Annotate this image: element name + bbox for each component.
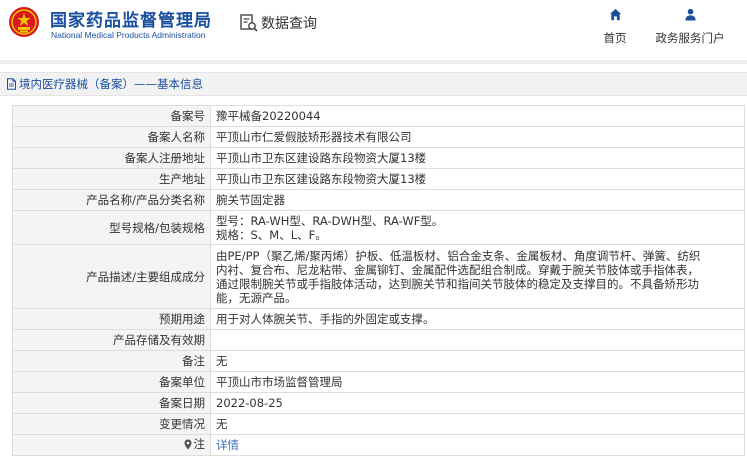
home-icon — [609, 8, 621, 21]
row-label: 产品存储及有效期 — [12, 329, 211, 351]
row-label: 生产地址 — [12, 168, 211, 190]
row-value: 由PE/PP（聚乙烯/聚丙烯）护板、低温板材、铝合金支条、金属板材、角度调节杆、… — [210, 244, 745, 309]
row-value: 无 — [210, 413, 745, 435]
row-value: 用于对人体腕关节、手指的外固定或支撑。 — [210, 308, 745, 330]
row-value-line: 型号：RA-WH型、RA-DWH型、RA-WF型。 — [216, 213, 444, 228]
row-value-line: 由PE/PP（聚乙烯/聚丙烯）护板、低温板材、铝合金支条、金属板材、角度调节杆、… — [216, 248, 701, 263]
table-row: 型号规格/包装规格 型号：RA-WH型、RA-DWH型、RA-WF型。 规格：S… — [12, 210, 745, 245]
user-icon — [684, 8, 696, 21]
nav-gov-portal-label: 政务服务门户 — [655, 31, 725, 45]
row-label: 备案号 — [12, 105, 211, 127]
row-value-line: 通过限制腕关节或手指肢体活动，达到腕关节和指间关节肢体的稳定及支撑目的。不具备矫… — [216, 276, 699, 291]
row-label: 产品描述/主要组成成分 — [12, 244, 211, 309]
site-header: 国家药品监督管理局 National Medical Products Admi… — [0, 0, 747, 60]
table-row: 生产地址 平顶山市卫东区建设路东段物资大厦13楼 — [12, 168, 745, 190]
document-icon — [7, 78, 16, 90]
breadcrumb-title: 境内医疗器械（备案）——基本信息 — [19, 77, 203, 91]
table-row: 注 详情 — [12, 434, 745, 456]
table-row: 变更情况 无 — [12, 413, 745, 435]
search-document-icon — [240, 14, 258, 32]
row-value-line: 内衬、复合布、尼龙粘带、金属铆钉、金属配件选配组合制成。穿戴于腕关节肢体或手指体… — [216, 262, 699, 277]
location-pin-icon — [184, 439, 191, 450]
table-row: 备案人注册地址 平顶山市卫东区建设路东段物资大厦13楼 — [12, 147, 745, 169]
row-value: 平顶山市卫东区建设路东段物资大厦13楼 — [210, 147, 745, 169]
row-label: 备案人注册地址 — [12, 147, 211, 169]
data-query-label: 数据查询 — [261, 16, 317, 32]
table-row: 备注 无 — [12, 350, 745, 372]
header-divider — [0, 60, 747, 64]
row-value: 详情 — [210, 434, 745, 456]
national-emblem-icon — [9, 7, 39, 37]
row-label: 备案单位 — [12, 371, 211, 393]
row-value-line: 规格：S、M、L、F。 — [216, 227, 327, 242]
nav-gov-portal[interactable]: 政务服务门户 — [650, 8, 730, 46]
row-label: 备注 — [12, 350, 211, 372]
site-logo-subtitle: National Medical Products Administration — [51, 30, 206, 40]
row-label: 备案日期 — [12, 392, 211, 414]
row-value: 无 — [210, 350, 745, 372]
table-row: 备案日期 2022-08-25 — [12, 392, 745, 414]
table-row: 预期用途 用于对人体腕关节、手指的外固定或支撑。 — [12, 308, 745, 330]
row-label: 产品名称/产品分类名称 — [12, 189, 211, 211]
table-row: 产品名称/产品分类名称 腕关节固定器 — [12, 189, 745, 211]
breadcrumb: 境内医疗器械（备案）——基本信息 — [0, 72, 747, 96]
row-label: 型号规格/包装规格 — [12, 210, 211, 245]
row-value: 型号：RA-WH型、RA-DWH型、RA-WF型。 规格：S、M、L、F。 — [210, 210, 745, 245]
site-logo-title[interactable]: 国家药品监督管理局 — [50, 6, 212, 31]
table-row: 产品描述/主要组成成分 由PE/PP（聚乙烯/聚丙烯）护板、低温板材、铝合金支条… — [12, 244, 745, 309]
row-value: 2022-08-25 — [210, 392, 745, 414]
row-value — [210, 329, 745, 351]
table-row: 产品存储及有效期 — [12, 329, 745, 351]
row-label: 变更情况 — [12, 413, 211, 435]
row-value: 平顶山市卫东区建设路东段物资大厦13楼 — [210, 168, 745, 190]
row-value: 豫平械备20220044 — [210, 105, 745, 127]
note-label-text: 注 — [193, 437, 206, 452]
row-label: 预期用途 — [12, 308, 211, 330]
note-label: 注 — [184, 437, 206, 452]
nav-home-label: 首页 — [603, 31, 627, 45]
info-table: 备案号 豫平械备20220044 备案人名称 平顶山市仁爱假肢矫形器技术有限公司… — [12, 105, 745, 456]
nav-home[interactable]: 首页 — [598, 8, 632, 46]
row-value: 平顶山市仁爱假肢矫形器技术有限公司 — [210, 126, 745, 148]
row-value: 平顶山市市场监督管理局 — [210, 371, 745, 393]
data-query-link[interactable]: 数据查询 — [239, 12, 317, 34]
row-label-note: 注 — [12, 434, 211, 456]
table-row: 备案号 豫平械备20220044 — [12, 105, 745, 127]
table-row: 备案单位 平顶山市市场监督管理局 — [12, 371, 745, 393]
row-value: 腕关节固定器 — [210, 189, 745, 211]
row-value-line: 能，无源产品。 — [216, 290, 297, 305]
row-label: 备案人名称 — [12, 126, 211, 148]
details-link[interactable]: 详情 — [216, 438, 239, 452]
table-row: 备案人名称 平顶山市仁爱假肢矫形器技术有限公司 — [12, 126, 745, 148]
